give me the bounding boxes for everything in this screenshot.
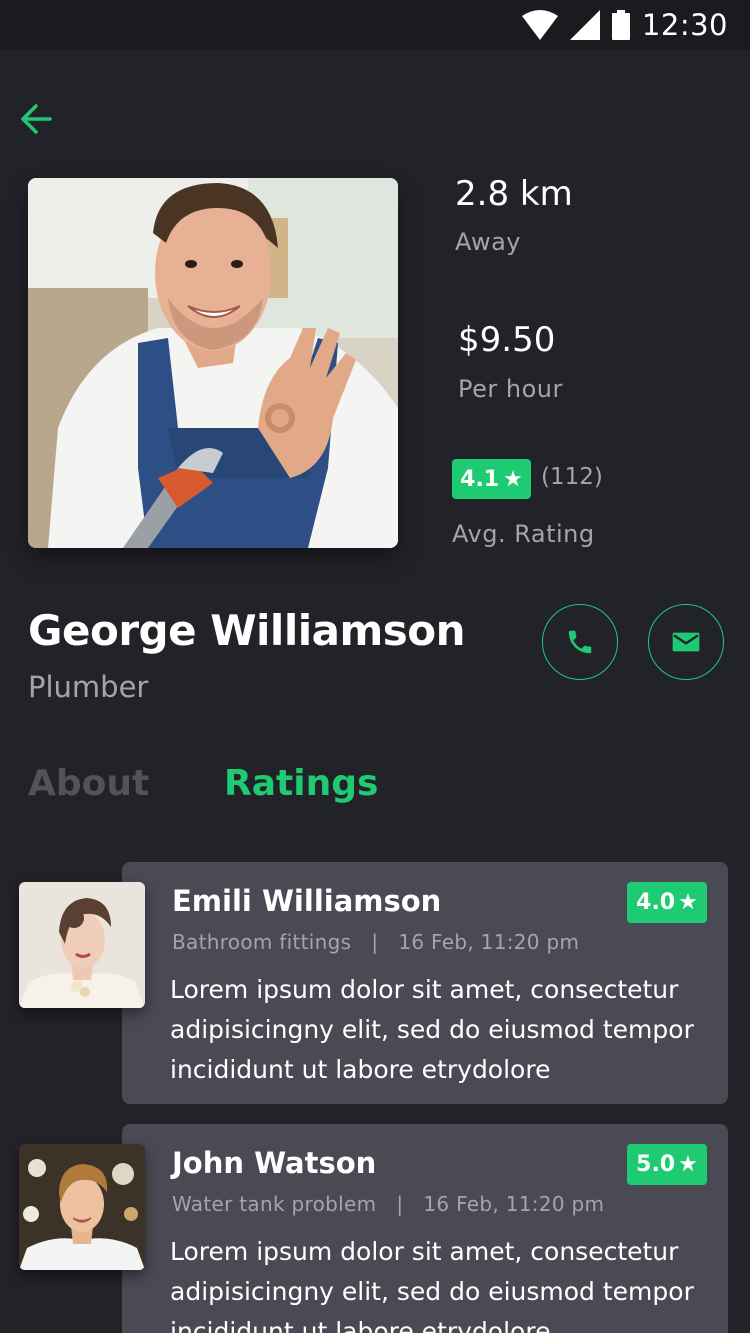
- wifi-icon: [521, 10, 558, 40]
- review-date: 16 Feb, 11:20 pm: [398, 930, 580, 954]
- avg-rating-badge: 4.1 ★: [452, 459, 531, 499]
- reviewer-avatar: [19, 882, 145, 1008]
- status-time: 12:30: [641, 8, 728, 42]
- provider-profession: Plumber: [28, 670, 149, 704]
- star-icon: ★: [678, 1152, 698, 1177]
- mail-icon: [672, 632, 700, 652]
- signal-icon: [569, 10, 600, 40]
- provider-name: George Williamson: [28, 606, 465, 655]
- review-card: John Watson Water tank problem | 16 Feb,…: [122, 1124, 728, 1333]
- avg-rating-label: Avg. Rating: [452, 520, 595, 548]
- tab-ratings[interactable]: Ratings: [224, 763, 378, 804]
- review-meta: Bathroom fittings | 16 Feb, 11:20 pm: [172, 930, 579, 954]
- reviewer-name: Emili Williamson: [172, 884, 442, 918]
- star-icon: ★: [678, 890, 698, 915]
- arrow-left-icon: [21, 104, 52, 134]
- meta-divider: |: [383, 1192, 417, 1216]
- price-label: Per hour: [458, 375, 563, 403]
- review-rating-value: 4.0: [636, 890, 676, 915]
- review-service: Water tank problem: [172, 1192, 377, 1216]
- star-icon: ★: [503, 466, 523, 492]
- tab-about[interactable]: About: [28, 763, 149, 804]
- battery-icon: [611, 10, 630, 40]
- rating-count: (112): [541, 464, 603, 490]
- review-rating-value: 5.0: [636, 1152, 676, 1177]
- avg-rating-value: 4.1: [460, 466, 500, 492]
- message-button[interactable]: [648, 604, 724, 680]
- reviewer-avatar: [19, 1144, 145, 1270]
- price-value: $9.50: [458, 320, 556, 360]
- review-date: 16 Feb, 11:20 pm: [423, 1192, 605, 1216]
- profile-photo: [28, 178, 398, 548]
- review-text: Lorem ipsum dolor sit amet, consectetur …: [170, 1237, 694, 1333]
- review-meta: Water tank problem | 16 Feb, 11:20 pm: [172, 1192, 604, 1216]
- review-rating-badge: 4.0 ★: [627, 882, 707, 923]
- distance-value: 2.8 km: [455, 174, 573, 214]
- distance-label: Away: [455, 228, 521, 256]
- meta-divider: |: [358, 930, 392, 954]
- review-service: Bathroom fittings: [172, 930, 352, 954]
- status-bar: 12:30: [0, 0, 750, 50]
- reviewer-name: John Watson: [172, 1146, 377, 1180]
- call-button[interactable]: [542, 604, 618, 680]
- review-rating-badge: 5.0 ★: [627, 1144, 707, 1185]
- back-button[interactable]: [18, 98, 60, 140]
- phone-icon: [568, 630, 592, 654]
- review-text: Lorem ipsum dolor sit amet, consectetur …: [170, 975, 694, 1084]
- review-card: Emili Williamson Bathroom fittings | 16 …: [122, 862, 728, 1104]
- status-icons: 12:30: [521, 8, 728, 42]
